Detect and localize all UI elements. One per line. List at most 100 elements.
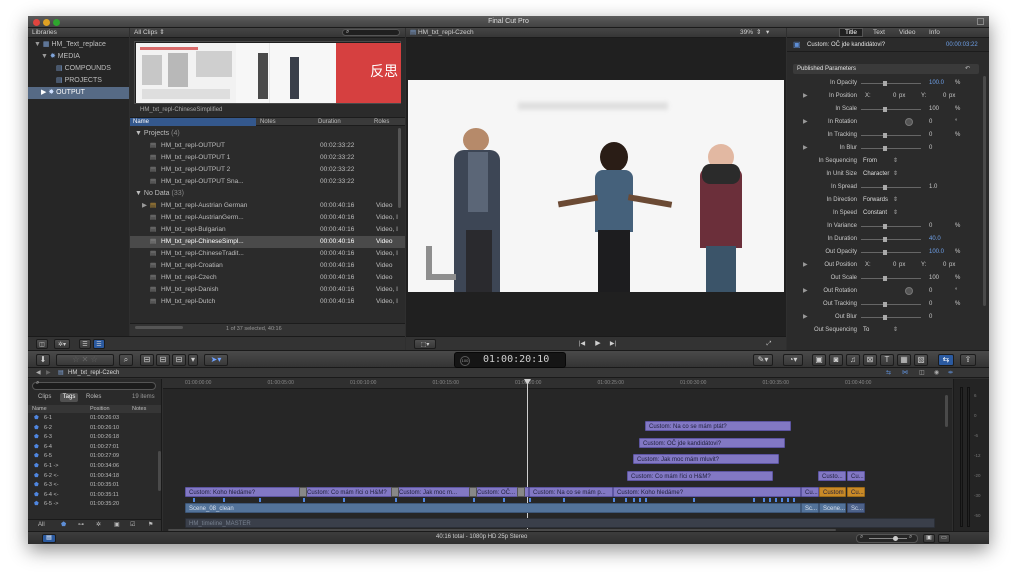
- parameter-row[interactable]: In Variance 0%: [793, 220, 979, 232]
- rotation-dial[interactable]: [905, 287, 913, 295]
- clip-marker[interactable]: [769, 498, 771, 502]
- library-item-output[interactable]: ▶ ✸ OUTPUT: [28, 87, 129, 99]
- parameter-row[interactable]: In Unit Size Character ⇕: [793, 168, 979, 180]
- browser-search-field[interactable]: ⌕: [342, 29, 400, 36]
- title-clip-lower[interactable]: Cu...: [801, 487, 819, 497]
- fullscreen-viewer-button[interactable]: ⤢: [763, 339, 775, 349]
- enhancements-menu-button[interactable]: ✎▾: [753, 354, 773, 366]
- clip-marker[interactable]: [563, 498, 565, 502]
- clip-row[interactable]: ▤ HM_txt_repl-Danish 00:00:40:16 Video, I: [130, 284, 405, 296]
- transitions-icon[interactable]: ⊠: [863, 354, 877, 366]
- zoom-slider-knob[interactable]: [893, 536, 898, 541]
- timeline-forward-icon[interactable]: ▶: [46, 368, 51, 378]
- parameter-row[interactable]: ▶ In Rotation 0 °: [793, 116, 979, 128]
- library-item-projects[interactable]: ▤ PROJECTS: [28, 75, 129, 87]
- snapping-icon[interactable]: ⋈: [902, 368, 908, 378]
- themes-icon[interactable]: ▧: [914, 354, 928, 366]
- parameter-value[interactable]: 100: [929, 103, 939, 115]
- transition-marker[interactable]: [391, 487, 399, 497]
- zoom-level[interactable]: 39%: [740, 28, 753, 38]
- primary-clip[interactable]: Scene...: [819, 503, 846, 513]
- group-projects[interactable]: ▼ Projects (4): [130, 128, 405, 140]
- parameter-slider[interactable]: [861, 250, 921, 255]
- disclosure-triangle-icon[interactable]: ▶: [803, 259, 808, 271]
- timeline-vertical-scrollbar[interactable]: [945, 395, 948, 427]
- slider-knob[interactable]: [883, 250, 887, 255]
- completed-filter-icon[interactable]: ☑: [130, 520, 135, 531]
- index-row[interactable]: ⬟ 6-1 -> 01:00:34:06: [28, 462, 161, 471]
- slider-knob[interactable]: [883, 146, 887, 151]
- filmstrip-view-button[interactable]: ☰: [79, 339, 91, 349]
- view-menu-icon[interactable]: ▾: [766, 28, 769, 38]
- column-name[interactable]: Name: [130, 118, 256, 126]
- parameter-value[interactable]: 40.0: [929, 233, 941, 245]
- parameter-value[interactable]: 0: [929, 116, 932, 128]
- parameter-value[interactable]: 1.0: [929, 181, 937, 193]
- index-row[interactable]: ⬟ 6-3 <- 01:00:35:01: [28, 481, 161, 490]
- zoom-window-button[interactable]: [53, 19, 60, 26]
- title-clip-lower[interactable]: Custom: Jak moc m...: [395, 487, 473, 497]
- parameter-slider[interactable]: [861, 315, 921, 320]
- tab-text[interactable]: Text: [873, 28, 885, 38]
- parameter-value[interactable]: 0: [929, 298, 932, 310]
- index-row[interactable]: ⬟ 6-3 01:00:26:18: [28, 433, 161, 442]
- browser-scrollbar[interactable]: [398, 128, 401, 208]
- clip-marker[interactable]: [763, 498, 765, 502]
- index-row[interactable]: ⬟ 6-1 01:00:26:03: [28, 414, 161, 423]
- skimming-icon[interactable]: ⇹: [948, 368, 953, 378]
- clip-marker[interactable]: [625, 498, 627, 502]
- position-x-value[interactable]: 0: [893, 90, 896, 102]
- parameter-value[interactable]: 100: [929, 272, 939, 284]
- parameter-row[interactable]: ▶ Out Blur 0: [793, 311, 979, 323]
- parameter-slider[interactable]: [861, 133, 921, 138]
- clip-marker[interactable]: [793, 498, 795, 502]
- project-row[interactable]: ▤ HM_txt_repl-OUTPUT 00:02:33:22: [130, 140, 405, 152]
- title-clip-lower[interactable]: Custom: [819, 487, 846, 497]
- title-clip-upper[interactable]: Custom: Na co se mám ptát?: [645, 421, 791, 431]
- clip-marker[interactable]: [303, 498, 305, 502]
- parameter-select[interactable]: To: [863, 324, 869, 336]
- transition-marker[interactable]: [517, 487, 525, 497]
- project-row[interactable]: ▤ HM_txt_repl-OUTPUT Sna... 00:02:33:22: [130, 176, 405, 188]
- minimize-window-button[interactable]: [43, 19, 50, 26]
- index-row[interactable]: ⬟ 6-2 01:00:26:10: [28, 424, 161, 433]
- tab-title[interactable]: Title: [839, 28, 863, 37]
- parameter-select[interactable]: Forwards: [863, 194, 888, 206]
- index-row[interactable]: ⬟ 6-4 01:00:27:01: [28, 443, 161, 452]
- action-menu-button[interactable]: ✲▾: [54, 339, 70, 349]
- column-duration[interactable]: Duration: [318, 118, 341, 126]
- clip-appearance-button[interactable]: ▣: [923, 534, 935, 543]
- clip-marker[interactable]: [343, 498, 345, 502]
- play-button[interactable]: ▶: [592, 339, 604, 349]
- parameter-row[interactable]: ▶ Out Position X: 0 px Y: 0 px: [793, 259, 979, 271]
- parameter-select[interactable]: Constant: [863, 207, 887, 219]
- keyword-icon[interactable]: ⌕: [119, 354, 133, 366]
- slider-knob[interactable]: [883, 237, 887, 242]
- clip-marker[interactable]: [639, 498, 641, 502]
- parameter-row[interactable]: Out Scale 100%: [793, 272, 979, 284]
- previous-frame-button[interactable]: |◀: [576, 339, 588, 349]
- photos-icon[interactable]: ◙: [829, 354, 843, 366]
- project-row[interactable]: ▤ HM_txt_repl-OUTPUT 2 00:02:33:22: [130, 164, 405, 176]
- clip-marker[interactable]: [223, 498, 225, 502]
- parameter-row[interactable]: Out Opacity 100.0%: [793, 246, 979, 258]
- transition-marker[interactable]: [469, 487, 477, 497]
- disclosure-triangle-icon[interactable]: ▶: [803, 90, 808, 102]
- audio-skimming-icon[interactable]: ◉: [934, 368, 939, 378]
- filmstrip[interactable]: 反思: [134, 41, 401, 104]
- parameter-slider[interactable]: [861, 107, 921, 112]
- parameter-row[interactable]: In Tracking 0%: [793, 129, 979, 141]
- timeline-area[interactable]: 01:00:00:00 01:00:05:00 01:00:10:00 01:00:1…: [163, 379, 952, 531]
- disclosure-triangle-icon[interactable]: ▶: [803, 285, 808, 297]
- parameter-select[interactable]: From: [863, 155, 877, 167]
- parameter-row[interactable]: ▶ In Blur 0: [793, 142, 979, 154]
- clip-appearance-icon[interactable]: ◫: [919, 368, 925, 378]
- library-item-compounds[interactable]: ▤ COMPOUNDS: [28, 63, 129, 75]
- clip-marker[interactable]: [395, 498, 397, 502]
- reset-icon[interactable]: ↶: [965, 64, 970, 74]
- clip-marker[interactable]: [613, 498, 615, 502]
- clip-row[interactable]: ▤ HM_txt_repl-Czech 00:00:40:16 Video: [130, 272, 405, 284]
- clip-marker[interactable]: [753, 498, 755, 502]
- titles-icon[interactable]: T: [880, 354, 894, 366]
- keyword-rating-buttons[interactable]: ☆ ✕ ☆: [56, 354, 114, 366]
